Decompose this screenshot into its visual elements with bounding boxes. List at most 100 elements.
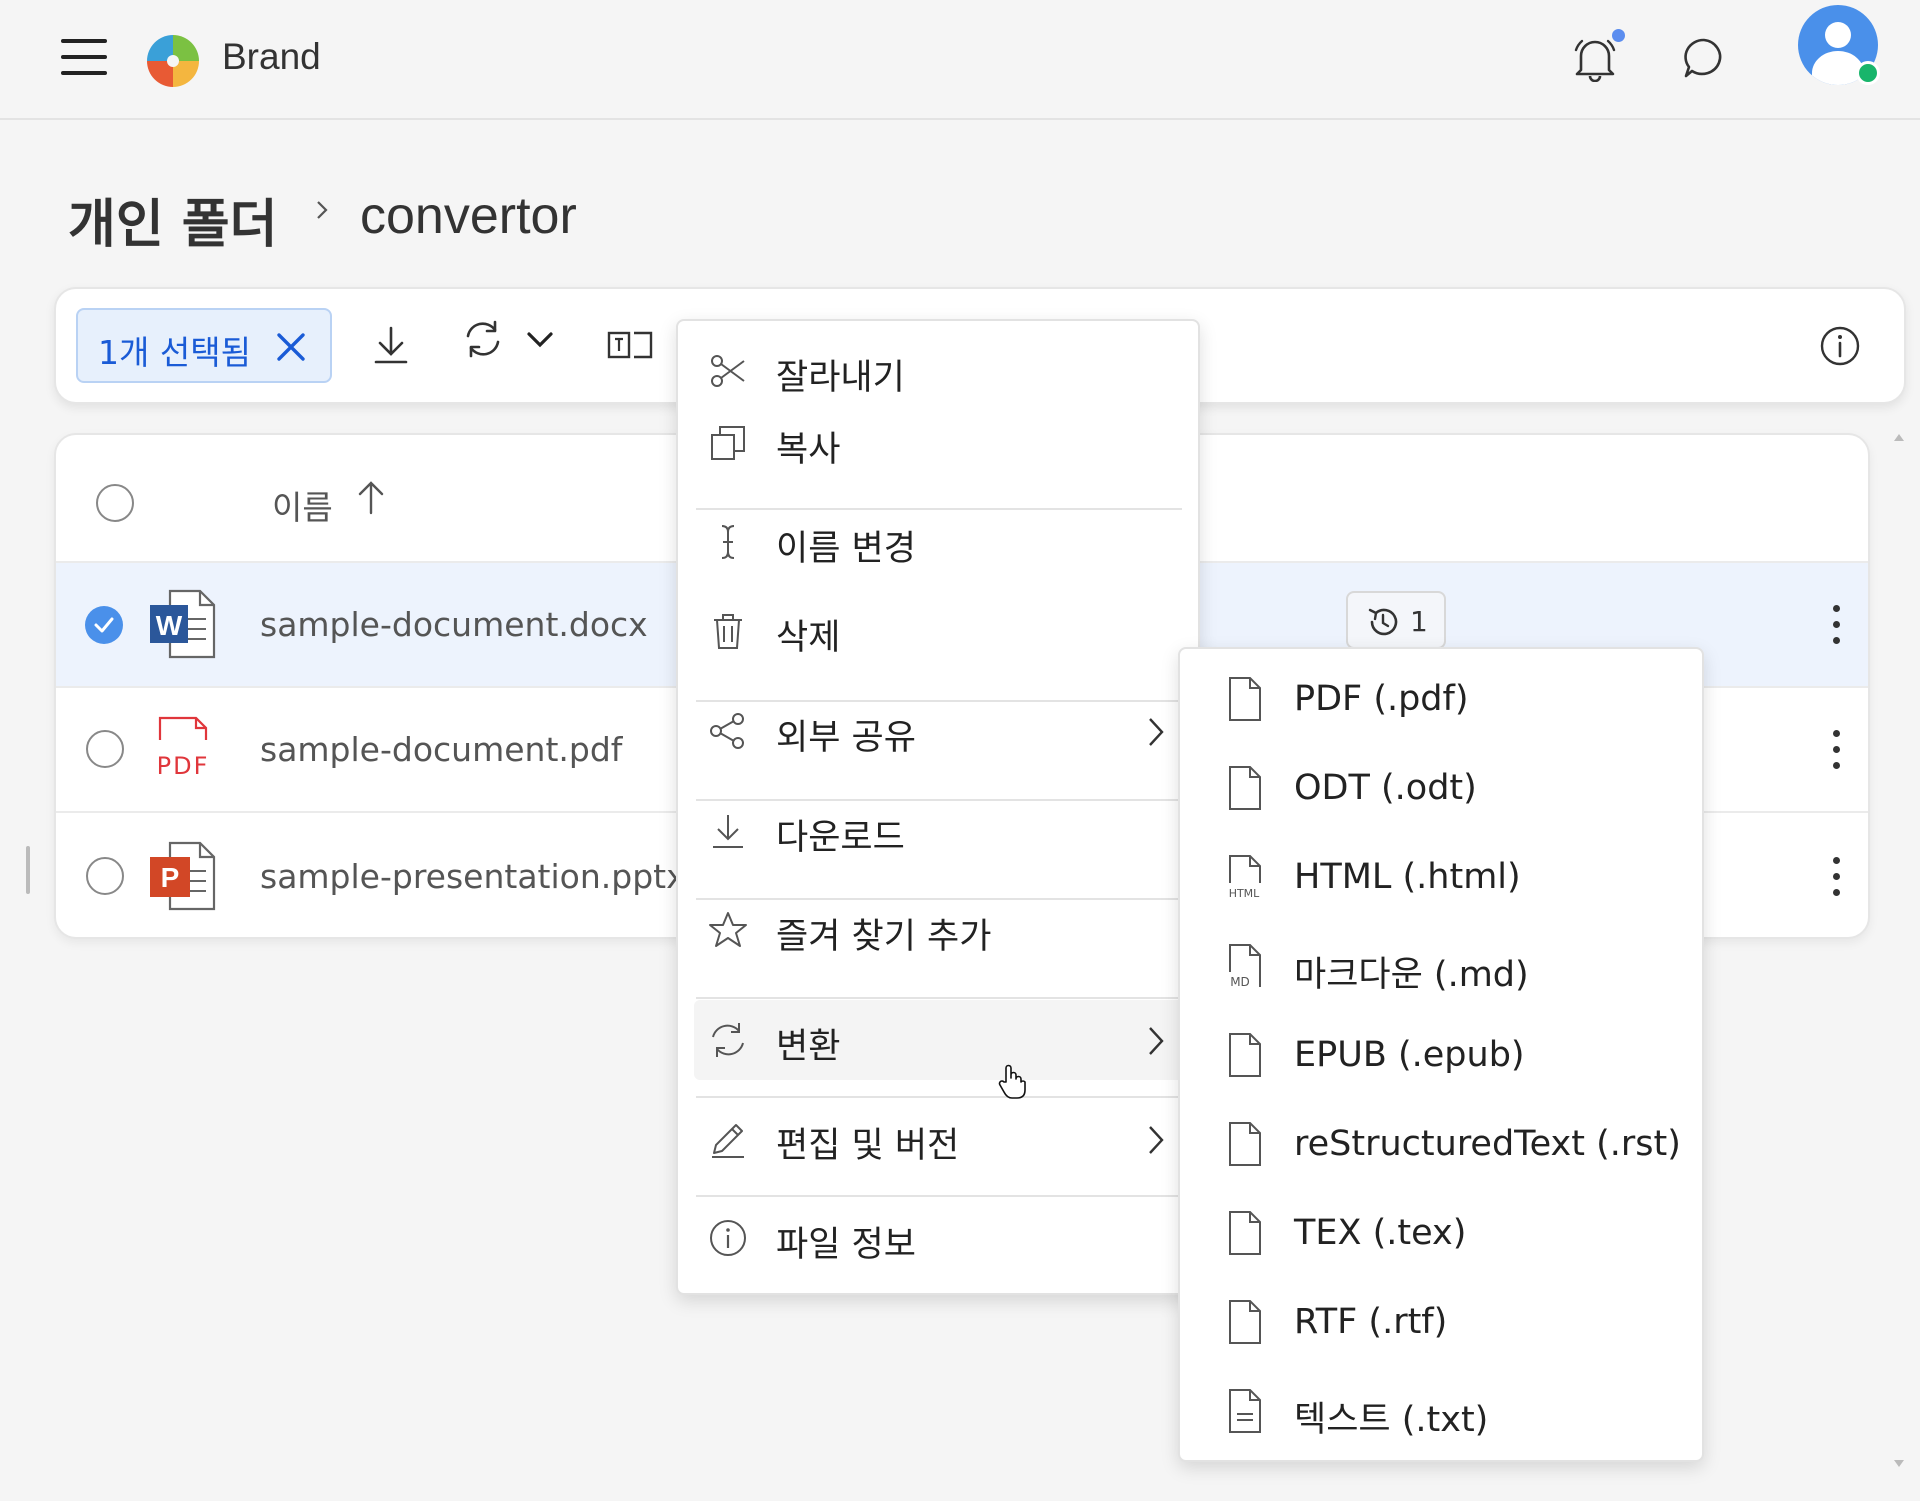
row-checkbox[interactable] bbox=[86, 857, 124, 895]
pdf-icon-text: PDF bbox=[157, 752, 210, 780]
menu-item-label: 복사 bbox=[776, 430, 841, 470]
row-more-menu-button[interactable] bbox=[1830, 605, 1842, 645]
row-checkbox[interactable] bbox=[86, 730, 124, 768]
menu-item-rename[interactable]: 이름 변경 bbox=[694, 502, 1188, 582]
menu-item-cut[interactable]: 잘라내기 bbox=[694, 331, 1188, 411]
convert-option-epub[interactable]: EPUB (.epub) bbox=[1190, 1017, 1694, 1097]
file-icon bbox=[1229, 677, 1261, 721]
menu-item-add-favorite[interactable]: 즐겨 찾기 추가 bbox=[694, 890, 1188, 970]
brand-name[interactable]: Brand bbox=[222, 36, 321, 78]
file-icon bbox=[1229, 1033, 1261, 1077]
convert-option-label: EPUB (.epub) bbox=[1294, 1035, 1525, 1075]
word-file-icon: W bbox=[150, 589, 216, 659]
menu-item-convert[interactable]: 변환 bbox=[694, 1000, 1188, 1080]
resize-handle[interactable] bbox=[26, 846, 30, 894]
convert-icon[interactable] bbox=[462, 318, 504, 360]
info-icon[interactable] bbox=[1819, 325, 1861, 367]
menu-divider bbox=[696, 1096, 1182, 1098]
convert-option-rtf[interactable]: RTF (.rtf) bbox=[1190, 1284, 1694, 1364]
file-name[interactable]: sample-document.docx bbox=[260, 605, 648, 644]
column-header-name[interactable]: 이름 bbox=[272, 481, 333, 529]
history-icon bbox=[1368, 608, 1398, 636]
scroll-down-arrow[interactable] bbox=[1894, 1460, 1904, 1467]
md-file-icon: MD bbox=[1229, 944, 1261, 989]
menu-item-label: 파일 정보 bbox=[776, 1225, 916, 1265]
version-history-chip[interactable]: 1 bbox=[1346, 591, 1446, 649]
convert-option-rst[interactable]: reStructuredText (.rst) bbox=[1190, 1106, 1694, 1186]
file-name[interactable]: sample-document.pdf bbox=[260, 730, 622, 769]
context-menu: 잘라내기 복사 이름 변경 삭제 외부 공유 다운로드 즐겨 찾기 추가 변환 … bbox=[676, 319, 1200, 1295]
menu-item-delete[interactable]: 삭제 bbox=[694, 591, 1188, 671]
brand-logo[interactable] bbox=[145, 33, 201, 89]
breadcrumb-current: convertor bbox=[360, 187, 577, 245]
row-more-menu-button[interactable] bbox=[1830, 730, 1842, 770]
convert-option-label: RTF (.rtf) bbox=[1294, 1302, 1448, 1342]
trash-icon bbox=[714, 614, 742, 649]
convert-option-html[interactable]: HTML HTML (.html) bbox=[1190, 839, 1694, 919]
menu-item-label: 다운로드 bbox=[776, 818, 905, 858]
menu-item-copy[interactable]: 복사 bbox=[694, 403, 1188, 483]
selection-count: 1개 선택됨 bbox=[98, 333, 251, 372]
breadcrumb-root[interactable]: 개인 폴더 bbox=[68, 182, 277, 257]
html-tag: HTML bbox=[1229, 887, 1260, 900]
chevron-down-icon[interactable] bbox=[526, 330, 554, 350]
chevron-right-icon bbox=[317, 201, 328, 219]
menu-item-download[interactable]: 다운로드 bbox=[694, 791, 1188, 871]
copy-icon bbox=[711, 426, 745, 460]
convert-option-markdown[interactable]: MD 마크다운 (.md) bbox=[1190, 928, 1694, 1008]
menu-item-label: 외부 공유 bbox=[776, 718, 916, 758]
file-icon bbox=[1229, 1211, 1261, 1255]
row-checkbox-checked[interactable] bbox=[84, 605, 124, 645]
select-all-checkbox[interactable] bbox=[96, 484, 134, 522]
hand-cursor-icon bbox=[998, 1064, 1026, 1099]
convert-option-txt[interactable]: 텍스트 (.txt) bbox=[1190, 1373, 1694, 1453]
bell-icon[interactable] bbox=[1573, 36, 1617, 82]
file-icon bbox=[1229, 1122, 1261, 1166]
menu-icon[interactable] bbox=[58, 36, 110, 78]
menu-item-file-info[interactable]: 파일 정보 bbox=[694, 1198, 1188, 1278]
menu-item-external-share[interactable]: 외부 공유 bbox=[694, 691, 1188, 771]
selection-chip[interactable]: 1개 선택됨 bbox=[76, 308, 332, 383]
convert-option-tex[interactable]: TEX (.tex) bbox=[1190, 1195, 1694, 1275]
version-count: 1 bbox=[1410, 605, 1428, 638]
convert-option-label: reStructuredText (.rst) bbox=[1294, 1124, 1681, 1164]
menu-divider bbox=[696, 997, 1182, 999]
text-cursor-icon bbox=[721, 525, 735, 559]
chevron-right-icon bbox=[1149, 718, 1164, 746]
chevron-right-icon bbox=[1149, 1126, 1164, 1154]
text-file-icon bbox=[1229, 1389, 1261, 1433]
info-icon bbox=[710, 1220, 746, 1256]
convert-option-label: 마크다운 (.md) bbox=[1294, 955, 1529, 995]
sort-ascending-icon[interactable] bbox=[354, 477, 388, 517]
scissors-icon bbox=[711, 355, 745, 387]
notification-badge bbox=[1610, 27, 1627, 44]
ppt-icon-letter: P bbox=[161, 862, 180, 893]
md-tag: MD bbox=[1230, 975, 1250, 989]
word-icon-letter: W bbox=[156, 610, 183, 641]
rename-icon[interactable] bbox=[606, 328, 654, 362]
menu-item-label: 즐겨 찾기 추가 bbox=[776, 917, 992, 957]
star-icon bbox=[709, 912, 747, 947]
menu-item-edit-version[interactable]: 편집 및 버전 bbox=[694, 1099, 1188, 1179]
download-icon[interactable] bbox=[371, 324, 411, 366]
file-name[interactable]: sample-presentation.pptx bbox=[260, 857, 686, 896]
convert-option-label: ODT (.odt) bbox=[1294, 768, 1477, 808]
convert-option-odt[interactable]: ODT (.odt) bbox=[1190, 750, 1694, 830]
convert-option-label: PDF (.pdf) bbox=[1294, 679, 1469, 719]
close-icon[interactable] bbox=[274, 330, 308, 364]
chat-icon[interactable] bbox=[1682, 36, 1726, 80]
row-more-menu-button[interactable] bbox=[1830, 857, 1842, 897]
file-icon bbox=[1229, 1300, 1261, 1344]
convert-option-label: HTML (.html) bbox=[1294, 857, 1521, 897]
convert-icon bbox=[712, 1023, 744, 1057]
convert-option-label: TEX (.tex) bbox=[1294, 1213, 1467, 1253]
menu-item-label: 이름 변경 bbox=[776, 529, 916, 569]
convert-option-pdf[interactable]: PDF (.pdf) bbox=[1190, 661, 1694, 741]
convert-submenu: PDF (.pdf) ODT (.odt) HTML HTML (.html) … bbox=[1178, 647, 1704, 1462]
download-icon bbox=[713, 815, 743, 848]
file-icon bbox=[1229, 766, 1261, 810]
menu-item-label: 잘라내기 bbox=[776, 358, 905, 398]
menu-item-label: 삭제 bbox=[776, 618, 841, 658]
scroll-up-arrow[interactable] bbox=[1894, 434, 1904, 441]
chevron-right-icon bbox=[1149, 1027, 1164, 1055]
